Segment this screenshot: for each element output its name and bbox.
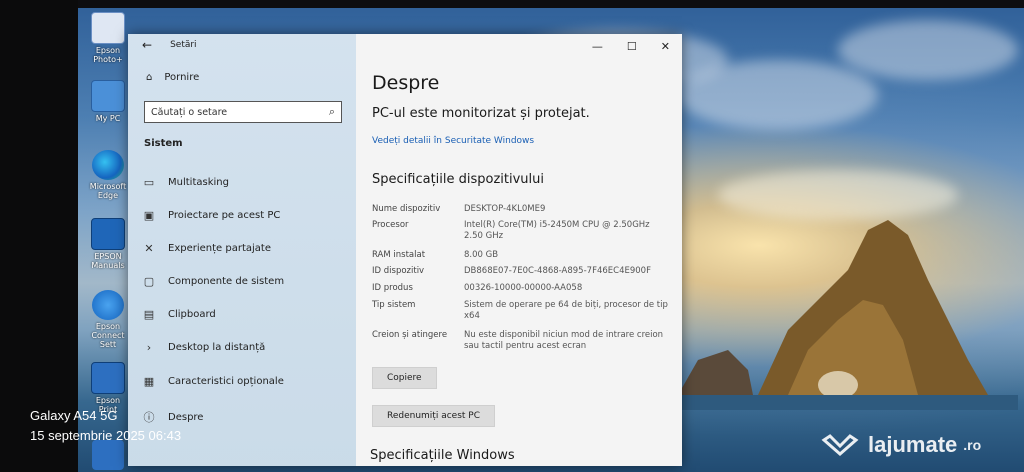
optional-features-icon: ▦ <box>143 375 155 388</box>
epson-print-icon <box>91 362 125 394</box>
desktop-icon-edge[interactable]: Microsoft Edge <box>86 150 130 200</box>
desktop-icon-epson-photo[interactable]: Epson Photo+ <box>86 12 130 64</box>
page-title: Despre <box>372 72 440 94</box>
nav-item-project[interactable]: ▣ Proiectare pe acest PC <box>142 209 281 222</box>
nav-home[interactable]: ⌂ Pornire <box>146 72 199 83</box>
multitasking-icon: ▭ <box>143 176 155 189</box>
spec-row: Tip sistem Sistem de operare pe 64 de bi… <box>372 300 668 321</box>
maximize-button[interactable]: ☐ <box>627 40 637 53</box>
home-icon: ⌂ <box>146 72 153 83</box>
app-title: Setări <box>170 40 197 50</box>
desktop-icon-epson-print[interactable]: Epson Print <box>86 362 130 414</box>
spec-row: RAM instalat 8.00 GB <box>372 250 499 260</box>
remote-desktop-icon: › <box>146 341 152 354</box>
desktop-icon-epson-manuals[interactable]: EPSON Manuals <box>86 218 130 270</box>
nav-item-multitasking[interactable]: ▭ Multitasking <box>142 176 229 189</box>
settings-content-pane: — ☐ ✕ Despre PC-ul este monitorizat și p… <box>356 34 682 466</box>
nav-item-optional-features[interactable]: ▦ Caracteristici opționale <box>142 375 284 388</box>
computer-icon <box>91 80 125 112</box>
app-icon <box>92 440 124 470</box>
project-icon: ▣ <box>143 209 155 222</box>
nav-item-clipboard[interactable]: ▤ Clipboard <box>142 308 216 321</box>
lajumate-logo: lajumate .ro <box>818 432 981 458</box>
nav-section-title: Sistem <box>144 138 183 149</box>
minimize-button[interactable]: — <box>592 40 603 53</box>
desktop-icon-my-pc[interactable]: My PC <box>86 80 130 123</box>
system-components-icon: ▢ <box>143 275 155 288</box>
back-arrow-icon[interactable]: ← <box>142 38 152 52</box>
spec-row: Creion și atingere Nu este disponibil ni… <box>372 330 664 351</box>
timestamp-watermark: 15 septembrie 2025 06:43 <box>30 428 182 443</box>
rename-pc-button[interactable]: Redenumiți acest PC <box>372 405 495 427</box>
info-icon: ⓘ <box>143 411 155 424</box>
desktop-icon-epson-connect[interactable]: Epson Connect Sett <box>86 290 130 349</box>
copy-button[interactable]: Copiere <box>372 367 437 389</box>
search-icon: ⌕ <box>328 105 335 118</box>
security-details-link[interactable]: Vedeți detalii în Securitate Windows <box>372 136 534 146</box>
spec-row: Procesor Intel(R) Core(TM) i5-2450M CPU … <box>372 220 650 241</box>
nav-item-remote-desktop[interactable]: › Desktop la distanță <box>142 341 265 354</box>
edge-icon <box>92 150 124 180</box>
heart-icon <box>821 434 859 456</box>
protection-status: PC-ul este monitorizat și protejat. <box>372 106 590 121</box>
close-button[interactable]: ✕ <box>661 40 670 53</box>
desktop-icon-extra[interactable] <box>86 440 130 470</box>
device-specs-heading: Specificațiile dispozitivului <box>372 172 545 187</box>
nav-item-components[interactable]: ▢ Componente de sistem <box>142 275 284 288</box>
epson-photo-icon <box>91 12 125 44</box>
epson-connect-icon <box>92 290 124 320</box>
spec-row: Nume dispozitiv DESKTOP-4KL0ME9 <box>372 204 546 214</box>
clipboard-icon: ▤ <box>143 308 155 321</box>
shared-experiences-icon: ✕ <box>144 242 154 255</box>
rock-arch-image <box>678 220 1018 410</box>
search-input[interactable]: Căutați o setare ⌕ <box>144 101 342 123</box>
settings-window: ← Setări ⌂ Pornire Căutați o setare ⌕ Si… <box>128 34 682 466</box>
phone-model-watermark: Galaxy A54 5G <box>30 408 118 423</box>
epson-manuals-icon <box>91 218 125 250</box>
spec-row: ID produs 00326-10000-00000-AA058 <box>372 283 583 293</box>
monitor-bezel <box>78 0 1024 8</box>
nav-item-shared[interactable]: ✕ Experiențe partajate <box>142 242 271 255</box>
nav-item-about[interactable]: ⓘ Despre <box>142 409 204 425</box>
spec-row: ID dispozitiv DB868E07-7E0C-4868-A895-7F… <box>372 266 651 276</box>
settings-nav-pane: ← Setări ⌂ Pornire Căutați o setare ⌕ Si… <box>128 34 356 466</box>
windows-specs-heading: Specificațiile Windows <box>370 448 515 463</box>
